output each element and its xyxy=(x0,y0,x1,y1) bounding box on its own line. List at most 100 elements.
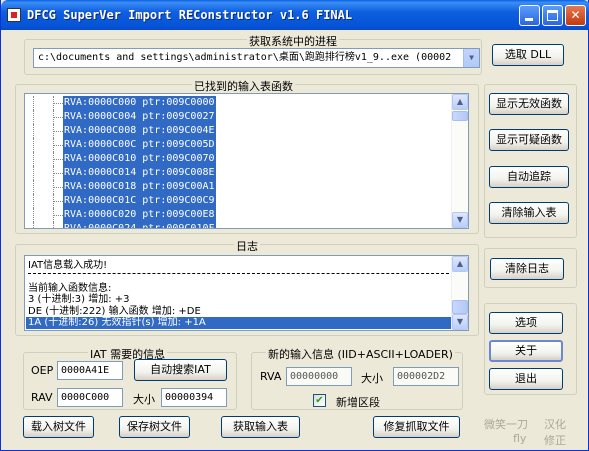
imports-tree-row-label: RVA:0000C008 ptr:009C004E xyxy=(63,124,216,138)
imports-tree-row-label: RVA:0000C004 ptr:009C0027 xyxy=(63,110,216,124)
chevron-down-icon[interactable]: ▼ xyxy=(463,49,479,67)
oep-label: OEP xyxy=(31,364,54,377)
imports-scrollbar[interactable]: ▲ ▼ xyxy=(451,94,468,228)
imports-tree-row[interactable]: RVA:0000C018 ptr:009C00A1 xyxy=(25,180,445,194)
tree-guide-line xyxy=(33,110,34,124)
process-group: 获取系统中的进程 c:\documents and settings\admin… xyxy=(24,33,482,75)
scroll-thumb[interactable] xyxy=(452,111,468,121)
size-label: 大小 xyxy=(133,393,155,406)
imports-tree-row-label: RVA:0000C024 ptr:009C010F xyxy=(63,222,216,228)
tree-guide-line xyxy=(33,152,34,166)
imports-tree-row[interactable]: RVA:0000C024 ptr:009C010F xyxy=(25,222,445,228)
imports-tree-row-label: RVA:0000C014 ptr:009C008E xyxy=(63,166,216,180)
main-window: DFCG SuperVer Import REConstructor v1.6 … xyxy=(0,0,589,451)
imports-tree-row-label: RVA:0000C018 ptr:009C00A1 xyxy=(63,180,216,194)
imports-tree-row-label: RVA:0000C010 ptr:009C0070 xyxy=(63,152,216,166)
minimize-button[interactable] xyxy=(519,5,540,26)
tree-branch-line xyxy=(53,201,63,202)
log-list[interactable]: IAT信息载入成功! 当前输入函数信息: 3 (十进制:3) 增加: +3 DE… xyxy=(24,255,469,331)
credit-translator-role: 汉化 xyxy=(544,418,566,431)
tree-branch-line xyxy=(53,173,63,174)
tree-guide-line xyxy=(33,96,34,110)
credit-translator: 微笑一刀 xyxy=(484,418,528,431)
new-rva-input: 00000000 xyxy=(286,367,352,386)
new-size-label: 大小 xyxy=(361,372,383,385)
imports-group: 已找到的输入表函数 RVA:0000C000 ptr:009C0000 RVA:0… xyxy=(15,78,479,234)
scroll-up-icon[interactable]: ▲ xyxy=(452,94,468,110)
add-section-label: 新增区段 xyxy=(336,396,380,409)
tree-branch-line xyxy=(53,145,63,146)
window-title: DFCG SuperVer Import REConstructor v1.6 … xyxy=(27,8,353,22)
imports-tree-row[interactable]: RVA:0000C014 ptr:009C008E xyxy=(25,166,445,180)
tree-branch-line xyxy=(53,117,63,118)
imports-group-label: 已找到的输入表函数 xyxy=(192,78,295,94)
log-line: 3 (十进制:3) 增加: +3 xyxy=(28,294,130,305)
close-icon: ✕ xyxy=(570,8,581,22)
imports-tree-row[interactable]: RVA:0000C01C ptr:009C00C9 xyxy=(25,194,445,208)
clear-log-button[interactable]: 清除日志 xyxy=(490,258,564,280)
scroll-down-icon[interactable]: ▼ xyxy=(452,314,468,330)
oep-input[interactable]: 0000A41E xyxy=(57,361,123,380)
imports-tree-row[interactable]: RVA:0000C008 ptr:009C004E xyxy=(25,124,445,138)
tree-guide-line xyxy=(33,124,34,138)
imports-tree-row-label: RVA:0000C00C ptr:009C005D xyxy=(63,138,216,152)
size-input[interactable]: 00000394 xyxy=(161,388,227,407)
scroll-up-icon[interactable]: ▲ xyxy=(452,256,468,272)
log-line: IAT信息载入成功! xyxy=(28,260,108,271)
new-size-input: 000002D2 xyxy=(393,367,459,386)
credit-fixer-role: 修正 xyxy=(544,434,566,447)
save-tree-button[interactable]: 保存树文件 xyxy=(119,416,190,438)
show-invalid-button[interactable]: 显示无效函数 xyxy=(489,93,569,115)
show-suspect-button[interactable]: 显示可疑函数 xyxy=(489,129,569,151)
process-group-label: 获取系统中的进程 xyxy=(247,33,339,49)
get-imports-button[interactable]: 获取输入表 xyxy=(221,416,300,438)
clear-imports-button[interactable]: 清除输入表 xyxy=(489,202,569,224)
maximize-button[interactable] xyxy=(542,5,563,26)
imports-tree-row[interactable]: RVA:0000C020 ptr:009C00E8 xyxy=(25,208,445,222)
add-section-checkbox[interactable]: ✔ xyxy=(313,394,326,407)
auto-search-iat-button[interactable]: 自动搜索IAT xyxy=(134,359,227,381)
tree-guide-line xyxy=(33,222,34,228)
log-group: 日志 IAT信息载入成功! 当前输入函数信息: 3 (十进制:3) 增加: +3… xyxy=(15,238,479,336)
auto-trace-button[interactable]: 自动追踪 xyxy=(489,166,569,188)
imports-tree-row[interactable]: RVA:0000C000 ptr:009C0000 xyxy=(25,96,445,110)
credit-fixer: fly xyxy=(513,432,527,445)
title-bar[interactable]: DFCG SuperVer Import REConstructor v1.6 … xyxy=(1,0,589,30)
pick-dll-button[interactable]: 选取 DLL xyxy=(492,44,564,66)
new-import-group-label: 新的输入信息 (IID+ASCII+LOADER) xyxy=(266,346,455,362)
new-rva-label: RVA xyxy=(260,370,282,383)
log-line: 当前输入函数信息: xyxy=(28,283,112,294)
imports-tree-row[interactable]: RVA:0000C00C ptr:009C005D xyxy=(25,138,445,152)
exit-button[interactable]: 退出 xyxy=(489,368,563,390)
close-button[interactable]: ✕ xyxy=(565,5,586,26)
maximize-icon xyxy=(547,10,558,21)
minimize-icon xyxy=(525,18,533,21)
log-line-selected[interactable]: 1A (十进制:26) 无效指针(s) 增加: +1A xyxy=(26,317,455,329)
tree-guide-line xyxy=(53,222,54,228)
options-button[interactable]: 选项 xyxy=(489,312,563,334)
imports-tree-row[interactable]: RVA:0000C004 ptr:009C0027 xyxy=(25,110,445,124)
tree-branch-line xyxy=(53,131,63,132)
tree-branch-line xyxy=(53,159,63,160)
log-separator xyxy=(28,273,454,274)
imports-tree-row[interactable]: RVA:0000C010 ptr:009C0070 xyxy=(25,152,445,166)
tree-guide-line xyxy=(33,180,34,194)
tree-branch-line xyxy=(53,187,63,188)
tree-guide-line xyxy=(33,194,34,208)
app-icon xyxy=(7,8,21,22)
scroll-down-icon[interactable]: ▼ xyxy=(452,212,468,228)
tree-branch-line xyxy=(53,215,63,216)
rva-input[interactable]: 0000C000 xyxy=(57,388,123,407)
log-line: DE (十进制:222) 输入函数 增加: +DE xyxy=(28,306,201,317)
fix-dump-button[interactable]: 修复抓取文件 xyxy=(373,416,460,438)
about-button[interactable]: 关于 xyxy=(489,340,563,362)
imports-tree-row-label: RVA:0000C000 ptr:009C0000 xyxy=(63,96,216,110)
process-select[interactable]: c:\documents and settings\administrator\… xyxy=(33,48,480,68)
scroll-thumb[interactable] xyxy=(452,300,468,314)
log-scrollbar[interactable]: ▲ ▼ xyxy=(451,256,468,330)
process-select-value: c:\documents and settings\administrator\… xyxy=(38,52,452,63)
imports-tree[interactable]: RVA:0000C000 ptr:009C0000 RVA:0000C004 pt… xyxy=(24,93,469,229)
log-group-label: 日志 xyxy=(234,238,260,254)
tree-guide-line xyxy=(33,208,34,222)
load-tree-button[interactable]: 载入树文件 xyxy=(23,416,94,438)
